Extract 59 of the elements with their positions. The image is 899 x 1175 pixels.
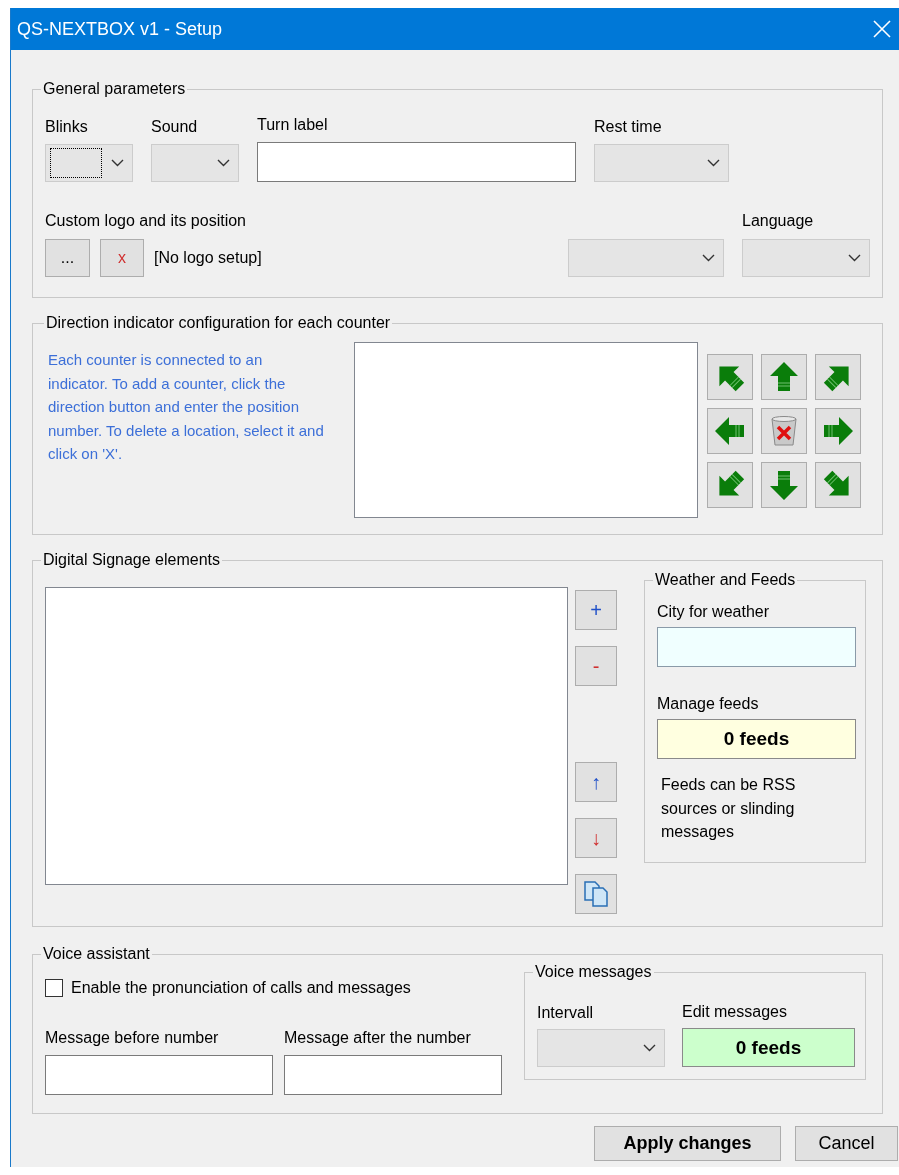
checkbox-label: Enable the pronunciation of calls and messages bbox=[71, 979, 411, 997]
direction-button[interactable] bbox=[815, 354, 861, 400]
trash-delete-icon bbox=[769, 415, 799, 447]
chevron-down-icon bbox=[111, 159, 124, 167]
copy-icon bbox=[583, 880, 609, 908]
field-label: Manage feeds bbox=[657, 695, 760, 713]
field-label: Language bbox=[742, 212, 815, 230]
chevron-down-icon bbox=[848, 254, 861, 262]
close-icon[interactable] bbox=[873, 20, 891, 38]
group-title: Direction indicator configuration for each counter bbox=[45, 314, 392, 332]
remove-button[interactable]: - bbox=[575, 646, 617, 686]
field-label: Edit messages bbox=[682, 1003, 788, 1021]
copy-button[interactable] bbox=[575, 874, 617, 914]
group-title: Digital Signage elements bbox=[42, 551, 221, 569]
logo-status: [No logo setup] bbox=[154, 249, 262, 267]
field-label: Message after the number bbox=[284, 1029, 472, 1047]
direction-button[interactable] bbox=[761, 462, 807, 508]
direction-button[interactable] bbox=[707, 462, 753, 508]
group-title: Voice assistant bbox=[42, 945, 151, 963]
group-title: General parameters bbox=[42, 80, 187, 98]
chevron-down-icon bbox=[643, 1044, 656, 1052]
field-label: City for weather bbox=[657, 603, 771, 621]
help-text: Each counter is connected to an indicator. To add a counter, click the direction button and enter the position number. To delete a location, select it and click on 'X'. bbox=[48, 350, 325, 464]
dropdown[interactable] bbox=[45, 144, 133, 182]
apply-button[interactable]: Apply changes bbox=[594, 1126, 781, 1161]
field-label: Rest time bbox=[594, 118, 663, 136]
field-label: Sound bbox=[151, 118, 199, 136]
cancel-button[interactable]: Cancel bbox=[795, 1126, 898, 1161]
text-field[interactable] bbox=[257, 142, 576, 182]
arrow-icon bbox=[821, 414, 855, 448]
direction-button[interactable] bbox=[707, 354, 753, 400]
direction-button[interactable] bbox=[761, 408, 807, 454]
feeds-note: Feeds can be RSS sources or slinding messages bbox=[660, 775, 797, 842]
manage-feeds-button[interactable]: 0 feeds bbox=[657, 719, 856, 759]
down-button[interactable]: ↓ bbox=[575, 818, 617, 858]
direction-button[interactable] bbox=[761, 354, 807, 400]
city-field[interactable] bbox=[657, 627, 856, 667]
group-title: Voice messages bbox=[534, 963, 653, 981]
text-field[interactable] bbox=[45, 1055, 273, 1095]
checkbox[interactable] bbox=[45, 979, 63, 997]
add-button[interactable]: + bbox=[575, 590, 617, 630]
edit-messages-button[interactable]: 0 feeds bbox=[682, 1028, 855, 1067]
direction-button[interactable] bbox=[815, 462, 861, 508]
chevron-down-icon bbox=[702, 254, 715, 262]
field-label: Custom logo and its position bbox=[45, 212, 247, 230]
field-label: Message before number bbox=[45, 1029, 220, 1047]
direction-button[interactable] bbox=[815, 408, 861, 454]
up-button[interactable]: ↑ bbox=[575, 762, 617, 802]
group-title: Weather and Feeds bbox=[654, 571, 797, 589]
chevron-down-icon bbox=[707, 159, 720, 167]
direction-button[interactable] bbox=[707, 408, 753, 454]
field-label: Blinks bbox=[45, 118, 89, 136]
browse-button[interactable]: ... bbox=[45, 239, 90, 277]
clear-button[interactable]: x bbox=[100, 239, 144, 277]
window-title: QS-NEXTBOX v1 - Setup bbox=[17, 18, 223, 40]
field-label: Intervall bbox=[537, 1004, 595, 1022]
chevron-down-icon bbox=[217, 159, 230, 167]
field-label: Turn label bbox=[257, 116, 329, 134]
text-field[interactable] bbox=[284, 1055, 502, 1095]
